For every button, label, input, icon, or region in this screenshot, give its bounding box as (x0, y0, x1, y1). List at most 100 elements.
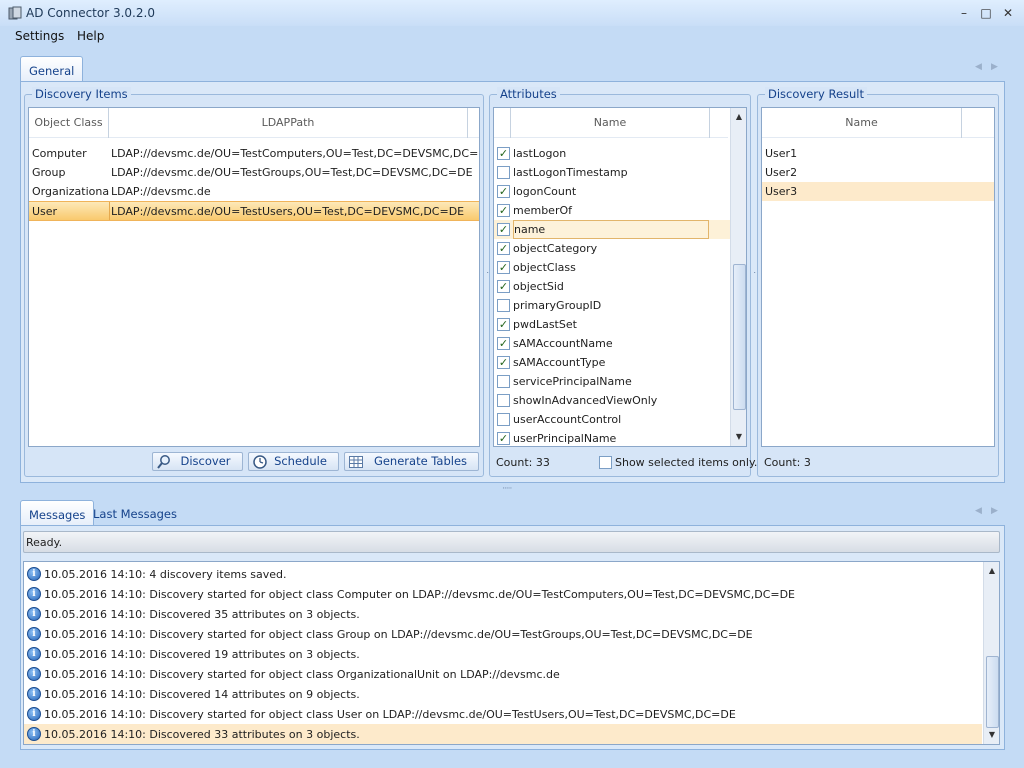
close-button[interactable]: ✕ (999, 5, 1017, 21)
tab-scroll-right-icon[interactable]: ▶ (991, 62, 998, 72)
attribute-checkbox[interactable]: ✓ (497, 337, 510, 350)
message-row[interactable]: i 10.05.2016 14:10: Discovery started for… (24, 664, 982, 684)
attribute-checkbox[interactable]: ✓ (497, 394, 510, 407)
generate-tables-button[interactable]: Generate Tables (344, 452, 479, 471)
discovery-items-grid[interactable]: Object Class LDAPPath Computer LDAP://de… (28, 107, 480, 447)
tab-messages[interactable]: Messages (20, 500, 95, 526)
attributes-grid[interactable]: Name ✓lastLogon✓lastLogonTimestamp✓logon… (493, 107, 747, 447)
attribute-row[interactable]: ✓ memberOf (494, 201, 730, 220)
show-selected-checkbox[interactable] (599, 456, 612, 469)
message-row[interactable]: i 10.05.2016 14:10: Discovery started for… (24, 624, 982, 644)
attribute-checkbox[interactable]: ✓ (497, 432, 510, 445)
attribute-checkbox[interactable]: ✓ (497, 147, 510, 160)
attribute-row[interactable]: ✓showInAdvancedViewOnly (494, 391, 730, 410)
cell-object-class: Group (32, 166, 66, 179)
table-row[interactable]: Computer LDAP://devsmc.de/OU=TestCompute… (29, 144, 479, 163)
discover-button[interactable]: Discover (152, 452, 243, 471)
attribute-checkbox[interactable]: ✓ (497, 261, 510, 274)
message-row[interactable]: i 10.05.2016 14:10: Discovered 14 attribu… (24, 684, 982, 704)
bottom-tab-scroll-right-icon[interactable]: ▶ (991, 506, 998, 516)
attribute-row[interactable]: ✓ objectCategory (494, 239, 730, 258)
attribute-row[interactable]: ✓ lastLogon (494, 144, 730, 163)
list-item-selected[interactable]: User3 (762, 182, 994, 201)
clock-icon (253, 455, 267, 469)
attribute-checkbox[interactable]: ✓ (497, 413, 510, 426)
scroll-up-icon[interactable]: ▲ (731, 110, 746, 124)
attribute-row[interactable]: ✓ name (494, 220, 730, 239)
message-row[interactable]: i 10.05.2016 14:10: Discovered 19 attribu… (24, 644, 982, 664)
generate-tables-label: Generate Tables (373, 454, 468, 468)
tab-last-messages[interactable]: Last Messages (85, 500, 185, 526)
column-ldappath[interactable]: LDAPPath (109, 108, 468, 138)
message-row[interactable]: i 10.05.2016 14:10: Discovered 35 attribu… (24, 604, 982, 624)
attribute-row[interactable]: ✓ sAMAccountName (494, 334, 730, 353)
attribute-name: logonCount (513, 185, 577, 198)
attribute-row[interactable]: ✓userAccountControl (494, 410, 730, 429)
list-item[interactable]: User2 (765, 163, 993, 182)
message-row[interactable]: i 10.05.2016 14:10: Discovered 33 attribu… (24, 724, 982, 744)
cell-divider (109, 202, 110, 220)
info-icon: i (27, 687, 41, 701)
info-icon: i (27, 727, 41, 741)
splitter-horizontal[interactable]: ····· (502, 484, 512, 494)
attribute-row[interactable]: ✓primaryGroupID (494, 296, 730, 315)
tab-general[interactable]: General (20, 56, 84, 82)
scroll-down-icon[interactable]: ▼ (731, 430, 746, 444)
minimize-button[interactable]: – (955, 5, 973, 21)
show-selected-label: Show selected items only. (615, 456, 758, 469)
attribute-checkbox[interactable]: ✓ (497, 356, 510, 369)
messages-scrollbar[interactable]: ▲ ▼ (983, 562, 999, 744)
scroll-up-icon[interactable]: ▲ (984, 564, 999, 578)
attribute-checkbox[interactable]: ✓ (497, 166, 510, 179)
column-result-name[interactable]: Name (762, 108, 962, 138)
discovery-result-grid[interactable]: Name User1 User2 User3 (761, 107, 995, 447)
attribute-checkbox[interactable]: ✓ (497, 280, 510, 293)
message-row[interactable]: i 10.05.2016 14:10: 4 discovery items sav… (24, 564, 982, 584)
schedule-button[interactable]: Schedule (248, 452, 339, 471)
menu-settings[interactable]: Settings (15, 29, 64, 43)
status-text: Ready. (26, 536, 63, 549)
attribute-checkbox[interactable]: ✓ (497, 185, 510, 198)
status-bar: Ready. (23, 531, 1000, 553)
menu-help[interactable]: Help (77, 29, 104, 43)
message-row[interactable]: i 10.05.2016 14:10: Discovery started for… (24, 704, 982, 724)
attribute-row[interactable]: ✓ sAMAccountType (494, 353, 730, 372)
message-row[interactable]: i 10.05.2016 14:10: Discovery started for… (24, 584, 982, 604)
attribute-row[interactable]: ✓lastLogonTimestamp (494, 163, 730, 182)
scroll-down-icon[interactable]: ▼ (984, 728, 999, 742)
bottom-tab-scroll-left-icon[interactable]: ◀ (975, 506, 982, 516)
scrollbar-thumb[interactable] (986, 656, 999, 728)
maximize-button[interactable]: □ (977, 5, 995, 21)
info-icon: i (27, 587, 41, 601)
attribute-row[interactable]: ✓servicePrincipalName (494, 372, 730, 391)
tab-scroll-left-icon[interactable]: ◀ (975, 62, 982, 72)
message-text: 10.05.2016 14:10: Discovery started for … (44, 708, 736, 721)
discovery-items-header: Object Class LDAPPath (29, 108, 479, 138)
table-row[interactable]: Organizational LDAP://devsmc.de (29, 182, 479, 201)
column-name[interactable]: Name (511, 108, 710, 138)
attribute-checkbox[interactable]: ✓ (497, 223, 510, 236)
attribute-row[interactable]: ✓ pwdLastSet (494, 315, 730, 334)
attributes-header: Name (494, 108, 728, 138)
attribute-checkbox[interactable]: ✓ (497, 204, 510, 217)
attribute-row[interactable]: ✓ objectSid (494, 277, 730, 296)
attribute-checkbox[interactable]: ✓ (497, 318, 510, 331)
messages-list[interactable]: i 10.05.2016 14:10: 4 discovery items sav… (23, 561, 1000, 745)
attribute-row[interactable]: ✓ objectClass (494, 258, 730, 277)
attribute-checkbox[interactable]: ✓ (497, 299, 510, 312)
scrollbar-thumb[interactable] (733, 264, 746, 410)
list-item[interactable]: User1 (765, 144, 993, 163)
attributes-scrollbar[interactable]: ▲ ▼ (730, 108, 746, 446)
attribute-row[interactable]: ✓ userPrincipalName (494, 429, 730, 446)
message-text: 10.05.2016 14:10: Discovery started for … (44, 628, 753, 641)
table-row-selected[interactable]: User LDAP://devsmc.de/OU=TestUsers,OU=Te… (29, 201, 479, 221)
attribute-name: userAccountControl (513, 413, 622, 426)
column-check (494, 108, 511, 138)
message-text: 10.05.2016 14:10: Discovered 19 attribut… (44, 648, 360, 661)
attribute-checkbox[interactable]: ✓ (497, 375, 510, 388)
column-object-class[interactable]: Object Class (29, 108, 109, 138)
attribute-row[interactable]: ✓ logonCount (494, 182, 730, 201)
cell-ldappath: LDAP://devsmc.de/OU=TestGroups,OU=Test,D… (111, 166, 473, 179)
table-row[interactable]: Group LDAP://devsmc.de/OU=TestGroups,OU=… (29, 163, 479, 182)
attribute-checkbox[interactable]: ✓ (497, 242, 510, 255)
